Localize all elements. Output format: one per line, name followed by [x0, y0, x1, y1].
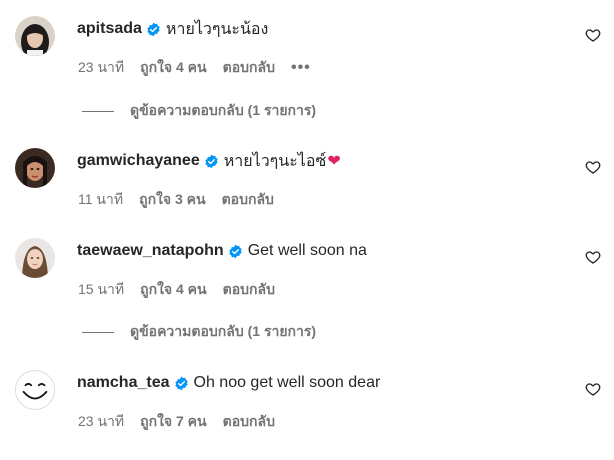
reply-button[interactable]: ตอบกลับ [223, 411, 275, 433]
avatar[interactable] [15, 148, 55, 188]
avatar[interactable] [15, 16, 55, 56]
verified-badge-icon [205, 154, 218, 168]
comment-meta: 23 นาที ถูกใจ 4 คน ตอบกลับ ••• [78, 59, 327, 77]
verified-badge-icon [229, 244, 242, 258]
comment-text: หายไวๆนะน้อง [165, 20, 269, 38]
replies-divider [82, 110, 114, 112]
likes-count[interactable]: ถูกใจ 4 คน [140, 57, 207, 79]
replies-divider [82, 331, 114, 333]
likes-count[interactable]: ถูกใจ 3 คน [139, 189, 206, 211]
comment-line: apitsada หายไวๆนะน้อง [77, 19, 268, 39]
like-heart-icon[interactable] [585, 159, 601, 175]
like-heart-icon[interactable] [585, 27, 601, 43]
like-heart-icon[interactable] [585, 249, 601, 265]
username-link[interactable]: gamwichayanee [77, 152, 200, 170]
view-replies-label: ดูข้อความตอบกลับ (1 รายการ) [130, 102, 317, 118]
comment-text: Get well soon na [247, 242, 367, 259]
view-replies-label: ดูข้อความตอบกลับ (1 รายการ) [130, 323, 317, 339]
comment-line: gamwichayanee หายไวๆนะไอซ์ ❤ [77, 151, 341, 171]
comment-line: namcha_tea Oh noo get well soon dear [77, 373, 380, 393]
comment-meta: 23 นาที ถูกใจ 7 คน ตอบกลับ [78, 413, 291, 431]
username-link[interactable]: apitsada [77, 20, 142, 38]
reply-button[interactable]: ตอบกลับ [222, 189, 274, 211]
more-options-button[interactable]: ••• [291, 59, 311, 77]
username-link[interactable]: namcha_tea [77, 374, 170, 392]
comment-line: taewaew_natapohn Get well soon na [77, 241, 367, 261]
view-replies-button[interactable]: ดูข้อความตอบกลับ (1 รายการ) [82, 322, 316, 342]
heart-emoji: ❤ [327, 153, 341, 170]
timestamp[interactable]: 23 นาที [78, 57, 124, 79]
like-heart-icon[interactable] [585, 381, 601, 397]
comment-text: หายไวๆนะไอซ์ [223, 152, 327, 170]
likes-count[interactable]: ถูกใจ 7 คน [140, 411, 207, 433]
comment-text: Oh noo get well soon dear [193, 374, 381, 391]
verified-badge-icon [147, 22, 160, 36]
likes-count[interactable]: ถูกใจ 4 คน [140, 279, 207, 301]
timestamp[interactable]: 11 นาที [78, 189, 123, 211]
timestamp[interactable]: 23 นาที [78, 411, 124, 433]
username-link[interactable]: taewaew_natapohn [77, 242, 224, 260]
comment-meta: 11 นาที ถูกใจ 3 คน ตอบกลับ [78, 191, 290, 209]
avatar[interactable] [15, 370, 55, 410]
reply-button[interactable]: ตอบกลับ [223, 279, 275, 301]
avatar[interactable] [15, 238, 55, 278]
timestamp[interactable]: 15 นาที [78, 279, 124, 301]
comment-meta: 15 นาที ถูกใจ 4 คน ตอบกลับ [78, 281, 291, 299]
view-replies-button[interactable]: ดูข้อความตอบกลับ (1 รายการ) [82, 101, 316, 121]
reply-button[interactable]: ตอบกลับ [223, 57, 275, 79]
verified-badge-icon [174, 376, 188, 390]
